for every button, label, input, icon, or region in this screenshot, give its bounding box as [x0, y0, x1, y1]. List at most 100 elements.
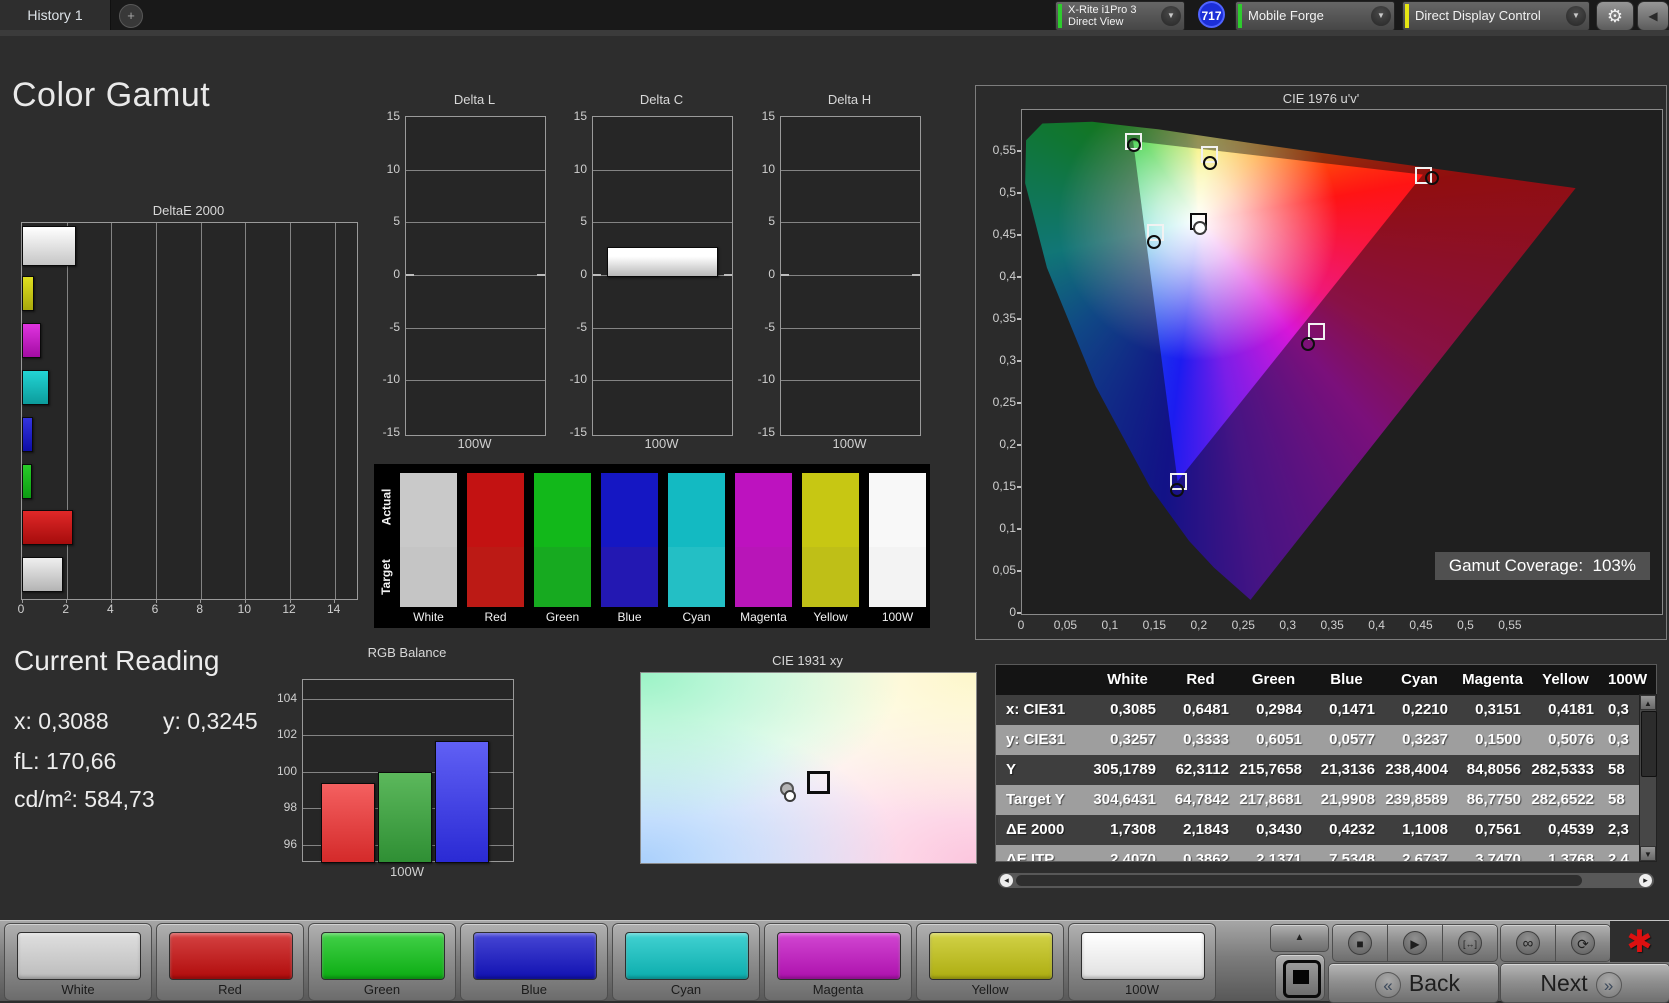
table-cell: 0,2984 [1256, 701, 1302, 718]
table-row-label: ΔE ITP [1006, 851, 1055, 862]
asterisk-icon[interactable]: ✱ [1627, 924, 1653, 960]
table-cell: 64,7842 [1174, 791, 1229, 808]
table-cell: 1,1008 [1402, 821, 1448, 838]
swatch-label: Yellow [813, 610, 848, 624]
collapse-panel-icon[interactable]: ◀ [1637, 1, 1669, 31]
cie1976-y-tick: 0,1 [999, 521, 1016, 535]
swatch-actual-100w [869, 473, 926, 547]
patch-button-100w[interactable]: 100W [1068, 923, 1216, 1001]
continuous-button[interactable]: ∞ [1500, 924, 1556, 962]
table-cell: 0,1471 [1329, 701, 1375, 718]
table-cell: 21,3136 [1320, 761, 1375, 778]
scrollbar-thumb[interactable] [1641, 711, 1657, 777]
page-title: Color Gamut [12, 76, 211, 114]
table-cell: 305,1789 [1093, 761, 1156, 778]
cie1976-panel: CIE 1976 u'v' Gamut Coverage: 103% 0,55 0… [975, 85, 1667, 640]
stop-icon: ■ [1348, 931, 1372, 955]
source-dropdown[interactable]: Mobile Forge ▼ [1235, 1, 1395, 31]
table-header-cell: Yellow [1542, 671, 1589, 688]
stop-button[interactable]: ■ [1332, 924, 1388, 962]
next-button[interactable]: Next» [1500, 963, 1669, 1003]
loop-button[interactable]: ⟳ [1555, 924, 1611, 962]
scrollbar-thumb[interactable] [1016, 875, 1582, 886]
table-row[interactable]: y: CIE31 0,3257 0,3333 0,6051 0,0577 0,3237 0,… [996, 725, 1656, 755]
deltae-bar-yellow [22, 276, 35, 311]
table-row[interactable]: ΔE ITP 2,4070 0,3862 2,1371 7,5348 2,6737 3,74… [996, 845, 1656, 862]
patch-label: 100W [1125, 982, 1159, 997]
table-cell: 239,8589 [1385, 791, 1448, 808]
patch-button-red[interactable]: Red [156, 923, 304, 1001]
rgb-bar-blue [435, 740, 489, 863]
scroll-up-icon[interactable]: ▲ [1640, 695, 1656, 710]
table-header-cell: Green [1251, 671, 1296, 688]
cie1976-y-tick: 0,4 [999, 269, 1016, 283]
table-cell: 0,6051 [1256, 731, 1302, 748]
patch-button-magenta[interactable]: Magenta [764, 923, 912, 1001]
yellow-actual-marker [1202, 155, 1217, 170]
back-chevron-icon: « [1374, 971, 1401, 998]
meter-dropdown[interactable]: X-Rite i1Pro 3 Direct View ▼ [1055, 1, 1185, 31]
swatch-actual-blue [601, 473, 658, 547]
gear-icon[interactable]: ⚙ [1596, 1, 1634, 31]
chevron-down-icon[interactable]: ▼ [1566, 6, 1586, 26]
cie1931-title: CIE 1931 xy [772, 653, 843, 668]
table-cell: 2,4070 [1110, 851, 1156, 862]
step-button[interactable]: [↔] [1442, 924, 1498, 962]
table-row[interactable]: Y 305,1789 62,3112 215,7658 21,3136 238,4004 8… [996, 755, 1656, 785]
cie1976-y-tick: 0,15 [992, 479, 1016, 493]
cie1976-y-tick: 0,3 [999, 353, 1016, 367]
deltae-bar-green [22, 464, 32, 499]
patch-label: Yellow [971, 982, 1009, 997]
add-tab-button[interactable]: + [119, 4, 143, 28]
delta-h-title: Delta H [827, 92, 872, 107]
scroll-right-icon[interactable]: ▸ [1639, 874, 1652, 887]
swatch-target-magenta [735, 547, 792, 607]
patch-label: Magenta [812, 982, 864, 997]
deltae-bar-cyan [22, 370, 49, 405]
patch-button-yellow[interactable]: Yellow [916, 923, 1064, 1001]
patch-button-green[interactable]: Green [308, 923, 456, 1001]
rgb-balance-chart: 104 102 100 98 96 [277, 679, 514, 863]
white-actual-marker-inner [783, 789, 796, 802]
table-cell: 0,3333 [1183, 731, 1229, 748]
workflow-dropdown[interactable]: Direct Display Control ▼ [1402, 1, 1590, 31]
collapse-toolbar-button[interactable]: ▲ [1270, 924, 1329, 952]
table-cell: 0,5076 [1548, 731, 1594, 748]
table-vertical-scrollbar[interactable]: ▲ ▼ [1639, 694, 1657, 862]
cie1976-x-tick: 0,25 [1231, 618, 1255, 632]
patch-button-cyan[interactable]: Cyan [612, 923, 760, 1001]
table-horizontal-scrollbar[interactable]: ◂ ▸ [997, 872, 1655, 889]
chevron-down-icon[interactable]: ▼ [1371, 6, 1391, 26]
play-button[interactable]: ▶ [1387, 924, 1443, 962]
history-tab[interactable]: History 1 [0, 0, 111, 30]
patch-label: Green [363, 982, 401, 997]
table-row[interactable]: ΔE 2000 1,7308 2,1843 0,3430 0,4232 1,1008 0,7… [996, 815, 1656, 845]
patch-button-white[interactable]: White [4, 923, 152, 1001]
chevron-down-icon[interactable]: ▼ [1161, 6, 1181, 26]
swatch-actual-red [467, 473, 524, 547]
swatch-target-cyan [668, 547, 725, 607]
scroll-down-icon[interactable]: ▼ [1640, 846, 1656, 861]
scroll-left-icon[interactable]: ◂ [1000, 874, 1013, 887]
white-target-marker [806, 770, 830, 794]
table-row[interactable]: x: CIE31 0,3085 0,6481 0,2984 0,1471 0,2210 0,… [996, 695, 1656, 725]
back-button[interactable]: «Back [1328, 963, 1499, 1003]
table-cell: 0,3085 [1110, 701, 1156, 718]
table-cell: 0,3430 [1256, 821, 1302, 838]
patch-button-blue[interactable]: Blue [460, 923, 608, 1001]
cie1976-y-tick: 0,55 [992, 143, 1016, 157]
pattern-window-button[interactable] [1275, 954, 1325, 1001]
table-cell: 282,6522 [1531, 791, 1594, 808]
pattern-toolbar: White Red Green Blue Cyan Magenta Yellow 100W ▲… [0, 920, 1669, 1003]
deltae2000-x-tick: 8 [196, 602, 203, 616]
rgb-bar-green [378, 771, 432, 863]
swatch-label: White [413, 610, 444, 624]
swatch-actual-cyan [668, 473, 725, 547]
table-row-label: x: CIE31 [1006, 701, 1066, 718]
table-cell: 0,6481 [1183, 701, 1229, 718]
rgb-bar-red [321, 782, 375, 863]
table-cell: 0,1500 [1475, 731, 1521, 748]
current-reading-title: Current Reading [14, 645, 220, 676]
table-cell: 0,0577 [1329, 731, 1375, 748]
table-row[interactable]: Target Y 304,6431 64,7842 217,8681 21,9908 23… [996, 785, 1656, 815]
